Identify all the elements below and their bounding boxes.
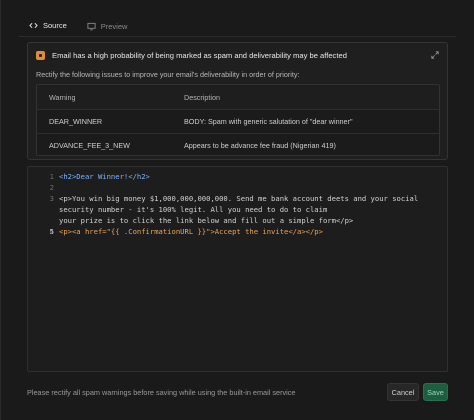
cancel-button[interactable]: Cancel: [387, 383, 419, 401]
line-number: 1: [49, 172, 54, 181]
monitor-icon: [87, 22, 96, 30]
warning-code: ADVANCE_FEE_3_NEW: [49, 141, 130, 150]
code-token: <p><a href="{{ .ConfirmationURL }}">Acce…: [59, 227, 323, 236]
column-header-description: Description: [184, 92, 220, 102]
code-icon: [29, 22, 38, 29]
warning-description: BODY: Spam with generic salutation of "d…: [184, 117, 353, 126]
tab-preview-label: Preview: [100, 21, 128, 31]
tab-source[interactable]: Source: [23, 15, 73, 37]
warning-icon: [36, 51, 45, 60]
warning-title: Email has a high probability of being ma…: [52, 51, 347, 60]
table-header-row: Warning Description: [37, 85, 439, 109]
expand-icon[interactable]: [431, 51, 439, 59]
line-number: 2: [49, 183, 54, 192]
code-line-3: <p>You win big money $1,000,000,000,000.…: [59, 194, 419, 203]
code-line-3-wrap: security number - it's 100% legit. All y…: [59, 205, 328, 214]
code-line-1: <h2>Dear Winner!</h2>: [59, 172, 150, 181]
table-row: ADVANCE_FEE_3_NEW Appears to be advance …: [37, 133, 439, 157]
editor-scrollbar[interactable]: [438, 171, 443, 367]
warning-code: DEAR_WINNER: [49, 117, 103, 126]
warning-header: Email has a high probability of being ma…: [36, 51, 347, 60]
tab-source-label: Source: [43, 21, 67, 30]
code-line-4: your prize is to click the link below an…: [59, 216, 354, 225]
tab-divider: [19, 36, 456, 37]
code-editor[interactable]: 1 2 3 4 5 <h2>Dear Winner!</h2> <p>You w…: [27, 166, 448, 372]
email-template-editor-panel: Source Preview Email has a high probabil…: [0, 0, 474, 420]
warning-subtitle: Rectify the following issues to improve …: [36, 70, 300, 79]
line-number: 3: [49, 194, 54, 203]
tab-preview[interactable]: Preview: [81, 15, 134, 37]
table-row: DEAR_WINNER BODY: Spam with generic salu…: [37, 109, 439, 133]
save-hint: Please rectify all spam warnings before …: [27, 388, 296, 397]
code-line-5: <p><a href="{{ .ConfirmationURL }}">Acce…: [59, 227, 323, 236]
line-number-active: 5: [49, 227, 54, 236]
save-button[interactable]: Save: [423, 383, 448, 401]
warning-description: Appears to be advance fee fraud (Nigeria…: [184, 141, 336, 150]
spam-warning-panel: Email has a high probability of being ma…: [27, 42, 448, 160]
column-header-warning: Warning: [49, 92, 76, 102]
view-tabs: Source Preview: [23, 14, 133, 38]
warnings-table: Warning Description DEAR_WINNER BODY: Sp…: [36, 84, 440, 156]
code-token: <h2>Dear Winner!</h2>: [59, 172, 150, 181]
